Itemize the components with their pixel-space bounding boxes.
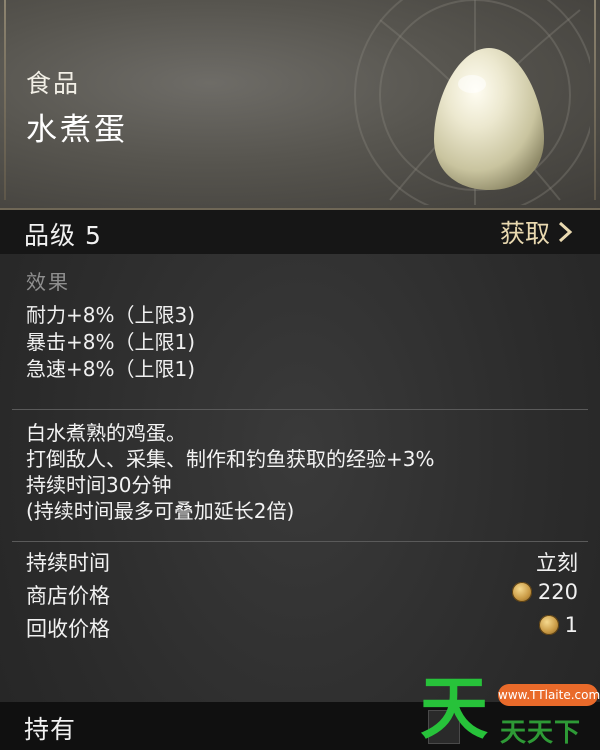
effect-line: 耐力+8%（上限3) (26, 303, 196, 327)
frame-border-right (594, 0, 596, 200)
boiled-egg-icon (434, 48, 544, 190)
obtain-label: 获取 (499, 219, 550, 248)
stat-label: 持续时间 (26, 551, 110, 575)
stat-value-text: 立刻 (536, 551, 578, 575)
stat-value-text: 1 (564, 613, 578, 637)
watermark-text: 天天下载 (500, 718, 582, 748)
item-category: 食品 (26, 69, 81, 98)
stat-value-text: 220 (537, 580, 578, 604)
chevron-right-icon (558, 221, 573, 243)
watermark-glyph: 天 (420, 670, 489, 749)
gold-coin-icon (538, 615, 559, 635)
description-line: 打倒敌人、采集、制作和钓鱼获取的经验+3% (26, 447, 435, 471)
item-tooltip-card: 食品 水煮蛋 品级 5 获取 效果 耐力+8%（上限3) 暴击+8%（上限1) … (0, 0, 600, 750)
description-line: 白水煮熟的鸡蛋。 (26, 421, 186, 445)
gold-coin-icon (511, 582, 532, 602)
stat-label: 商店价格 (26, 584, 110, 608)
stat-row-shop-price: 商店价格 220 (26, 580, 578, 610)
item-header: 食品 水煮蛋 (0, 0, 600, 210)
watermark-site: www.TTlaite.com (498, 684, 600, 706)
item-name: 水煮蛋 (26, 112, 128, 148)
effects-title: 效果 (26, 270, 70, 294)
stat-row-sell-price: 回收价格 1 (26, 613, 578, 643)
section-divider (12, 541, 588, 542)
grade-bar: 品级 5 获取 (0, 210, 600, 254)
stat-label: 回收价格 (26, 617, 110, 641)
obtain-button[interactable]: 获取 (500, 214, 574, 250)
watermark: 天 www.TTlaite.com 天天下载 (420, 670, 600, 750)
frame-border-left (4, 0, 6, 200)
stat-value: 立刻 (536, 547, 578, 577)
stat-value: 220 (511, 580, 578, 604)
description-line: 持续时间30分钟 (26, 473, 172, 497)
held-label: 持有 (24, 715, 77, 744)
description-line: (持续时间最多可叠加延长2倍) (26, 499, 295, 523)
effect-line: 急速+8%（上限1) (26, 357, 196, 381)
stat-value: 1 (538, 613, 578, 637)
section-divider (12, 409, 588, 410)
item-grade: 品级 5 (24, 221, 102, 250)
stat-row-duration: 持续时间 立刻 (26, 547, 578, 577)
effect-line: 暴击+8%（上限1) (26, 330, 196, 354)
